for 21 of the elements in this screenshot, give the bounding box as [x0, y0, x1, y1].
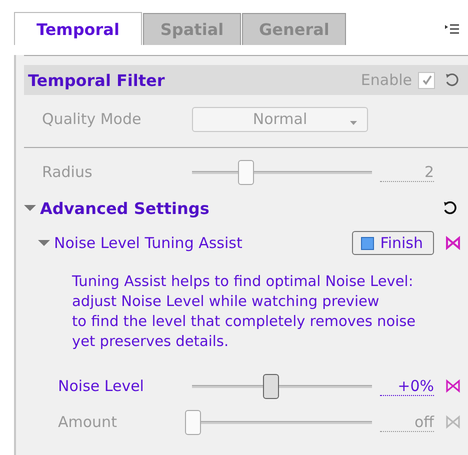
tuning-assist-title[interactable]: Noise Level Tuning Assist	[54, 234, 242, 252]
slider-label: Noise Level	[58, 377, 145, 395]
panel-menu-icon[interactable]	[444, 23, 460, 35]
slider-value[interactable]: +0%	[380, 376, 434, 396]
expand-triangle-icon[interactable]	[24, 204, 36, 212]
checkmark-icon	[420, 74, 432, 86]
slider-thumb[interactable]	[263, 374, 280, 398]
advanced-settings-title[interactable]: Advanced Settings	[40, 198, 210, 218]
slider-label: Amount	[58, 413, 118, 431]
radius-label: Radius	[42, 163, 94, 181]
tab[interactable]: Temporal	[14, 12, 142, 45]
link-icon[interactable]	[446, 379, 460, 393]
expand-triangle-icon[interactable]	[38, 239, 50, 247]
enable-label: Enable	[360, 71, 412, 89]
help-text: Tuning Assist helps to find optimal Noise Level: adjust Noise Level while watching preview to find the level that completely removes noise yet preserves details.	[71, 273, 417, 352]
finish-button[interactable]: Finish	[352, 231, 434, 255]
section-title: Temporal Filter	[28, 70, 165, 90]
link-icon[interactable]	[446, 236, 460, 250]
quality-mode-label: Quality Mode	[42, 110, 142, 128]
reset-icon[interactable]	[442, 200, 458, 216]
caret-icon	[350, 120, 357, 124]
